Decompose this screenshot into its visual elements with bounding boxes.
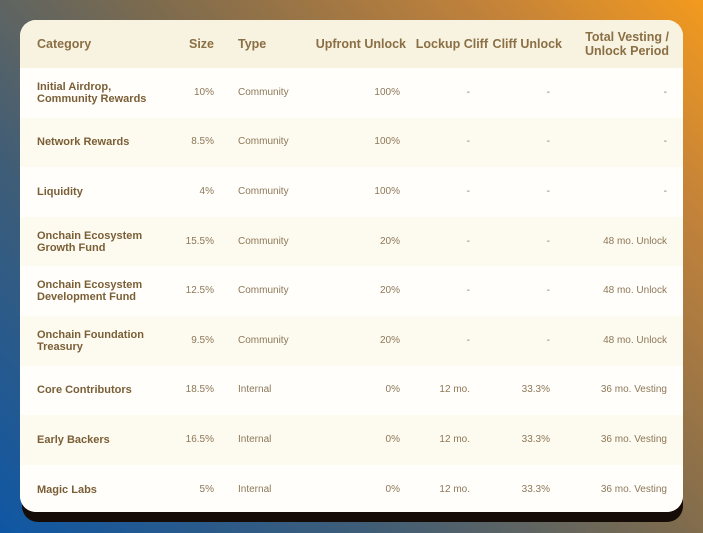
total-vesting-cell: - [663, 86, 667, 98]
table-row: Onchain Ecosystem Growth Fund 15.5% Communi… [20, 216, 683, 267]
lockup-cliff-cell: - [466, 285, 470, 297]
type-cell: Community [238, 334, 289, 346]
upfront-unlock-cell: 100% [374, 185, 400, 197]
category-cell: Magic Labs [20, 465, 168, 512]
cliff-unlock-cell: - [546, 86, 550, 98]
category-line-1: Onchain Foundation [37, 328, 144, 341]
category-cell: Core Contributors [20, 366, 168, 416]
upfront-unlock-cell: 0% [385, 483, 400, 495]
table-row: Onchain Ecosystem Development Fund 12.5% Co… [20, 266, 683, 316]
upfront-unlock-cell: 0% [385, 384, 400, 396]
cliff-unlock-cell: - [546, 334, 550, 346]
allocation-table: Category Size Type Upfront Unlock Lockup… [20, 20, 683, 512]
total-vesting-cell: 48 mo. Unlock [603, 334, 667, 346]
total-vesting-cell: - [663, 136, 667, 148]
lockup-cliff-cell: 12 mo. [439, 483, 470, 495]
header-category: Category [37, 37, 92, 51]
size-cell: 15.5% [185, 235, 214, 247]
category-line-1: Liquidity [37, 185, 83, 198]
type-cell: Community [238, 235, 289, 247]
table-row: Early Backers 16.5% Internal 0% 12 mo. 33.3% 3… [20, 415, 683, 465]
category-line-2: Development Fund [37, 291, 137, 304]
size-cell: 12.5% [185, 285, 214, 297]
category-line-1: Onchain Ecosystem [37, 229, 143, 242]
upfront-unlock-cell: 0% [385, 433, 400, 445]
cliff-unlock-cell: - [546, 185, 550, 197]
type-cell: Community [238, 86, 289, 98]
category-cell: Liquidity [20, 167, 168, 217]
header-total-line1: Total Vesting / [585, 30, 669, 44]
size-cell: 16.5% [185, 433, 214, 445]
size-cell: 10% [193, 86, 214, 98]
type-cell: Community [238, 285, 289, 297]
cliff-unlock-cell: - [546, 136, 550, 148]
cliff-unlock-cell: 33.3% [521, 384, 550, 396]
type-cell: Community [238, 136, 289, 148]
total-vesting-cell: 48 mo. Unlock [603, 285, 667, 297]
table-row: Liquidity 4% Community 100% - - - [20, 167, 683, 217]
category-cell: Onchain Ecosystem Growth Fund [20, 217, 168, 267]
type-cell: Community [238, 185, 289, 197]
cliff-unlock-cell: - [546, 285, 550, 297]
type-cell: Internal [238, 384, 272, 396]
category-line-2: Treasury [37, 340, 83, 353]
total-vesting-cell: 36 mo. Vesting [600, 433, 667, 445]
table-row: Initial Airdrop, Community Rewards 10% Comm… [20, 68, 683, 118]
category-line-1: Initial Airdrop, [37, 80, 112, 93]
type-cell: Internal [238, 433, 272, 445]
header-size: Size [188, 37, 214, 51]
table-row: Core Contributors 18.5% Internal 0% 12 mo. 33… [20, 365, 683, 416]
header-type: Type [238, 37, 267, 51]
size-cell: 8.5% [191, 136, 214, 148]
size-cell: 5% [199, 483, 214, 495]
total-vesting-cell: 36 mo. Vesting [600, 384, 667, 396]
table-row: Onchain Foundation Treasury 9.5% Community 2… [20, 315, 683, 366]
cliff-unlock-cell: 33.3% [521, 433, 550, 445]
size-cell: 18.5% [185, 384, 214, 396]
token-allocation-card: Category Size Type Upfront Unlock Lockup… [20, 20, 683, 512]
category-line-1: Core Contributors [37, 384, 132, 397]
upfront-unlock-cell: 20% [379, 334, 400, 346]
category-line-1: Network Rewards [37, 136, 130, 149]
table-row: Network Rewards 8.5% Community 100% - - - [20, 117, 683, 168]
category-cell: Initial Airdrop, Community Rewards [20, 68, 168, 118]
table-row: Magic Labs 5% Internal 0% 12 mo. 33.3% 36 mo. … [20, 464, 683, 512]
table-header-row: Category Size Type Upfront Unlock Lockup… [20, 20, 683, 68]
category-cell: Onchain Ecosystem Development Fund [20, 266, 168, 316]
lockup-cliff-cell: 12 mo. [439, 433, 470, 445]
category-line-1: Early Backers [37, 433, 110, 446]
total-vesting-cell: 48 mo. Unlock [603, 235, 667, 247]
size-cell: 9.5% [191, 334, 214, 346]
lockup-cliff-cell: 12 mo. [439, 384, 470, 396]
size-cell: 4% [199, 185, 214, 197]
category-cell: Early Backers [20, 415, 168, 465]
category-line-2: Community Rewards [37, 92, 147, 105]
category-cell: Network Rewards [20, 118, 168, 168]
type-cell: Internal [238, 483, 272, 495]
lockup-cliff-cell: - [466, 235, 470, 247]
upfront-unlock-cell: 100% [374, 86, 400, 98]
lockup-cliff-cell: - [466, 86, 470, 98]
header-upfront-unlock: Upfront Unlock [315, 37, 406, 51]
cliff-unlock-cell: 33.3% [521, 483, 550, 495]
category-line-2: Growth Fund [37, 241, 106, 254]
header-total-line2: Unlock Period [584, 44, 669, 58]
category-cell: Onchain Foundation Treasury [20, 316, 168, 366]
header-lockup-cliff: Lockup Cliff [415, 37, 488, 51]
upfront-unlock-cell: 20% [379, 235, 400, 247]
cliff-unlock-cell: - [546, 235, 550, 247]
lockup-cliff-cell: - [466, 185, 470, 197]
lockup-cliff-cell: - [466, 136, 470, 148]
upfront-unlock-cell: 100% [374, 136, 400, 148]
total-vesting-cell: 36 mo. Vesting [600, 483, 667, 495]
category-line-1: Magic Labs [37, 483, 97, 496]
upfront-unlock-cell: 20% [379, 285, 400, 297]
total-vesting-cell: - [663, 185, 667, 197]
header-total-vesting: Total Vesting / Unlock Period [570, 20, 683, 68]
lockup-cliff-cell: - [466, 334, 470, 346]
category-line-1: Onchain Ecosystem [37, 279, 143, 292]
header-cliff-unlock: Cliff Unlock [492, 37, 562, 51]
